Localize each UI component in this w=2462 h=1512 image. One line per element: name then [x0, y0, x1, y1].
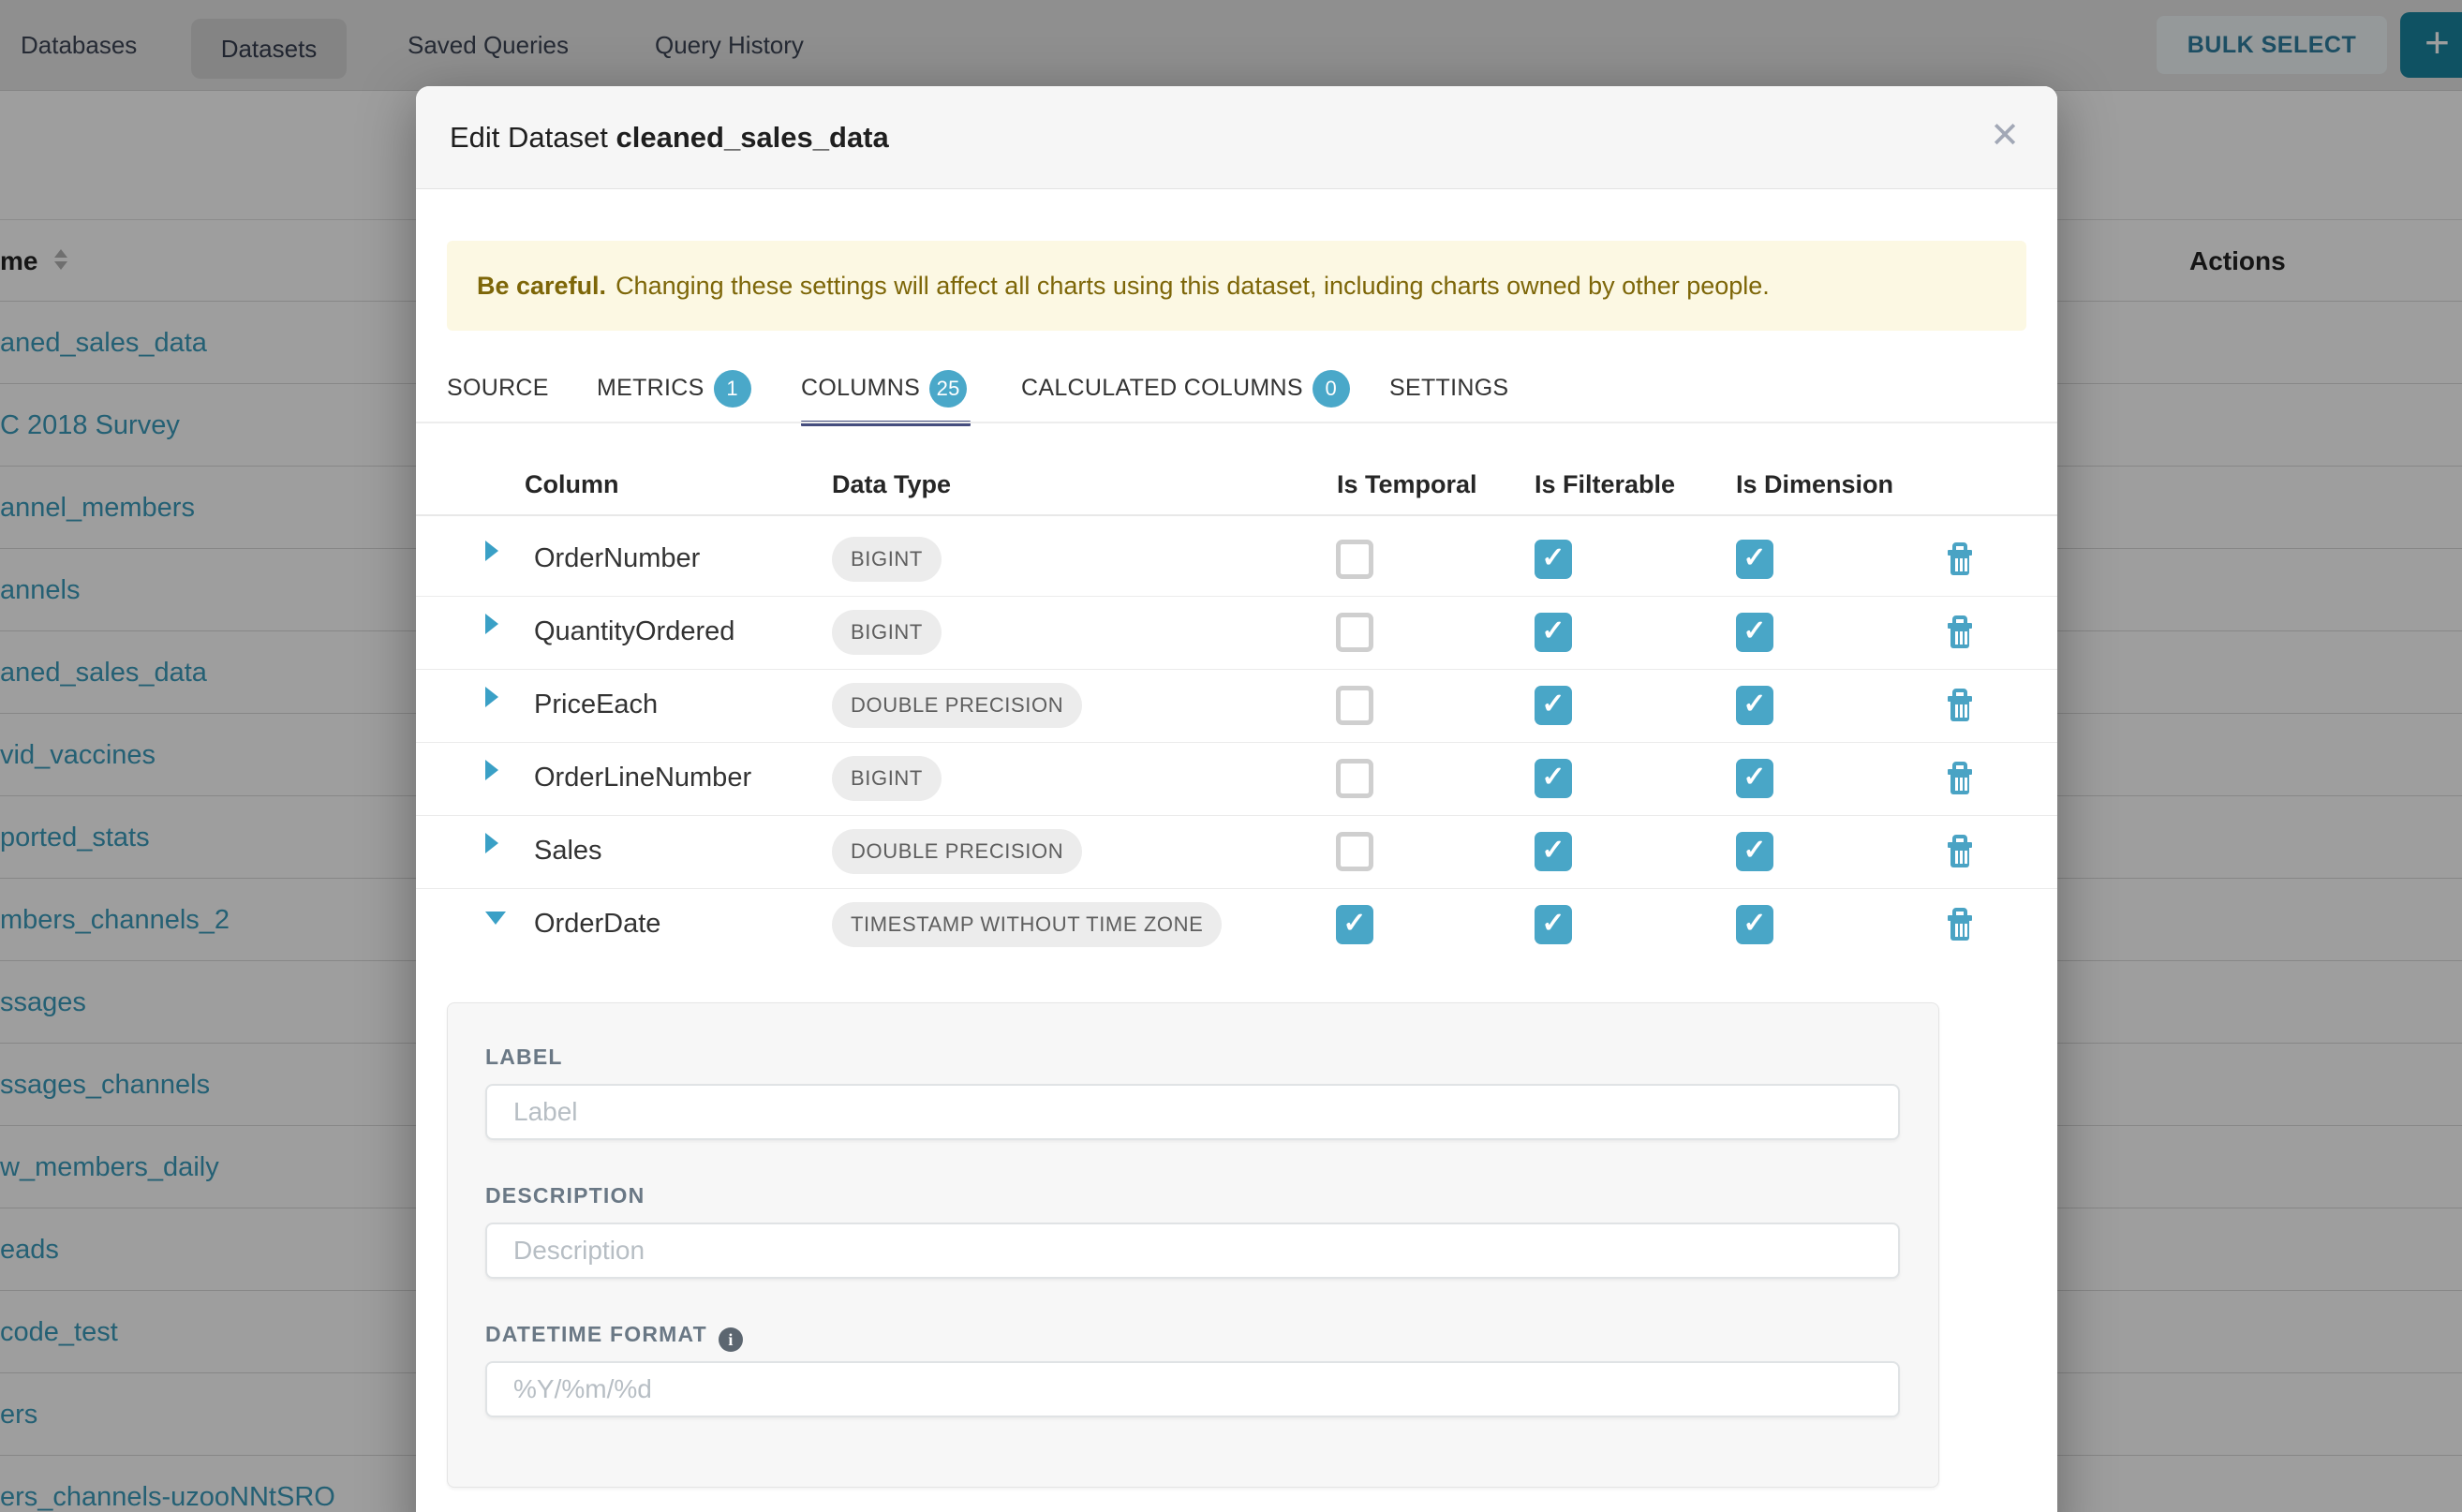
tab-count-badge: 0: [1313, 370, 1350, 408]
tab-label: SOURCE: [447, 375, 549, 402]
is-filterable-checkbox[interactable]: ✓: [1535, 686, 1572, 725]
datetime-format-input[interactable]: [485, 1361, 1900, 1417]
info-icon[interactable]: i: [719, 1327, 743, 1352]
column-name: OrderLineNumber: [534, 743, 751, 816]
column-name: QuantityOrdered: [534, 597, 734, 670]
modal-title: Edit Dataset cleaned_sales_data: [450, 86, 889, 189]
label-input[interactable]: [485, 1084, 1900, 1140]
tab-label: CALCULATED COLUMNS: [1021, 375, 1303, 402]
delete-column-icon[interactable]: [1945, 908, 1975, 943]
expand-caret-icon[interactable]: [485, 760, 498, 780]
delete-column-icon[interactable]: [1945, 835, 1975, 870]
is-dimension-checkbox[interactable]: ✓: [1736, 613, 1773, 652]
datetime-format-heading: DATETIME FORMATi: [485, 1322, 743, 1352]
is-filterable-checkbox[interactable]: ✓: [1535, 613, 1572, 652]
close-icon[interactable]: ✕: [1990, 86, 2020, 189]
screen: DatabasesDatasetsSaved QueriesQuery Hist…: [0, 0, 2462, 1512]
column-row-orderdate: OrderDate TIMESTAMP WITHOUT TIME ZONE ✓ ✓ ✓: [416, 889, 2057, 962]
expand-caret-icon[interactable]: [485, 541, 498, 561]
is-dimension-checkbox[interactable]: ✓: [1736, 905, 1773, 944]
tab-source[interactable]: SOURCE: [447, 353, 549, 423]
data-type-pill: TIMESTAMP WITHOUT TIME ZONE: [832, 902, 1222, 947]
is-dimension-checkbox[interactable]: ✓: [1736, 832, 1773, 871]
data-type-pill: BIGINT: [832, 610, 942, 655]
column-detail-panel: LABEL DESCRIPTION DATETIME FORMATi: [447, 1002, 1939, 1488]
is-filterable-checkbox[interactable]: ✓: [1535, 905, 1572, 944]
tab-calculated-columns[interactable]: CALCULATED COLUMNS 0: [1021, 353, 1350, 423]
label-heading: LABEL: [485, 1045, 563, 1070]
column-row-ordernumber: OrderNumber BIGINT ✓ ✓: [416, 524, 2057, 597]
is-dimension-checkbox[interactable]: ✓: [1736, 759, 1773, 798]
data-type-pill: BIGINT: [832, 537, 942, 582]
is-dimension-checkbox[interactable]: ✓: [1736, 686, 1773, 725]
delete-column-icon[interactable]: [1945, 762, 1975, 797]
is-temporal-checkbox[interactable]: ✓: [1336, 905, 1373, 944]
expand-caret-icon[interactable]: [485, 614, 498, 634]
description-input[interactable]: [485, 1223, 1900, 1279]
columns-table-header: Column Data Type Is Temporal Is Filterab…: [416, 461, 2057, 516]
expand-caret-icon[interactable]: [485, 687, 498, 707]
tab-label: COLUMNS: [801, 375, 920, 402]
collapse-caret-icon[interactable]: [485, 912, 506, 925]
column-name: OrderDate: [534, 889, 660, 962]
delete-column-icon[interactable]: [1945, 689, 1975, 724]
tab-label: METRICS: [597, 375, 704, 402]
column-row-priceeach: PriceEach DOUBLE PRECISION ✓ ✓: [416, 670, 2057, 743]
column-name: OrderNumber: [534, 524, 700, 597]
column-row-orderlinenumber: OrderLineNumber BIGINT ✓ ✓: [416, 743, 2057, 816]
is-filterable-checkbox[interactable]: ✓: [1535, 759, 1572, 798]
data-type-pill: BIGINT: [832, 756, 942, 801]
is-temporal-checkbox[interactable]: [1336, 540, 1373, 579]
tab-settings[interactable]: SETTINGS: [1389, 353, 1508, 423]
column-name: PriceEach: [534, 670, 658, 743]
edit-dataset-modal: Edit Dataset cleaned_sales_data ✕ Be car…: [416, 86, 2057, 1512]
tab-metrics[interactable]: METRICS 1: [597, 353, 751, 423]
is-filterable-checkbox[interactable]: ✓: [1535, 832, 1572, 871]
tabbar-divider: [416, 422, 2057, 423]
is-temporal-checkbox[interactable]: [1336, 686, 1373, 725]
delete-column-icon[interactable]: [1945, 542, 1975, 578]
tab-label: SETTINGS: [1389, 375, 1508, 402]
column-name: Sales: [534, 816, 602, 889]
modal-header: Edit Dataset cleaned_sales_data ✕: [416, 86, 2057, 189]
column-row-sales: Sales DOUBLE PRECISION ✓ ✓: [416, 816, 2057, 889]
description-heading: DESCRIPTION: [485, 1183, 645, 1208]
tab-count-badge: 1: [714, 370, 751, 408]
data-type-pill: DOUBLE PRECISION: [832, 683, 1082, 728]
is-temporal-checkbox[interactable]: [1336, 759, 1373, 798]
tab-count-badge: 25: [929, 370, 967, 408]
is-dimension-checkbox[interactable]: ✓: [1736, 540, 1773, 579]
tab-columns[interactable]: COLUMNS 25: [801, 353, 967, 423]
column-row-quantityordered: QuantityOrdered BIGINT ✓ ✓: [416, 597, 2057, 670]
is-temporal-checkbox[interactable]: [1336, 832, 1373, 871]
is-filterable-checkbox[interactable]: ✓: [1535, 540, 1572, 579]
expand-caret-icon[interactable]: [485, 833, 498, 853]
is-temporal-checkbox[interactable]: [1336, 613, 1373, 652]
delete-column-icon[interactable]: [1945, 615, 1975, 651]
warning-banner: Be careful.Changing these settings will …: [447, 241, 2026, 331]
data-type-pill: DOUBLE PRECISION: [832, 829, 1082, 874]
